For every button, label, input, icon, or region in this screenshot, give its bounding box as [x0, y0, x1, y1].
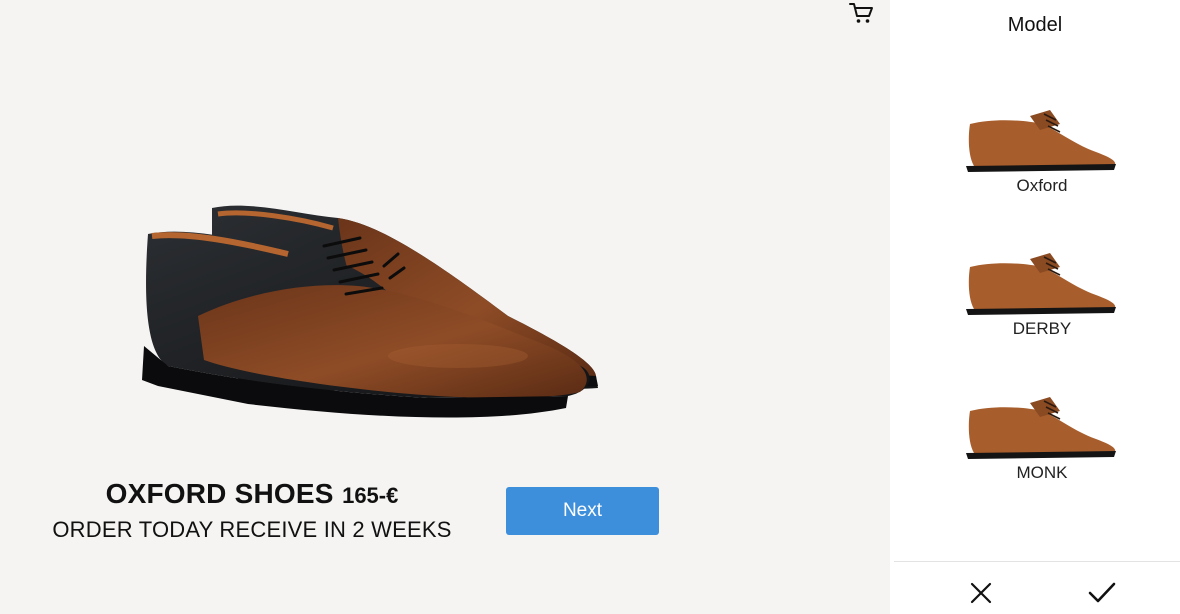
panel-divider: [894, 561, 1180, 562]
product-name: OXFORD SHOES: [105, 478, 334, 509]
derby-shoe-thumbnail: [966, 253, 1116, 315]
model-option-derby[interactable]: DERBY: [945, 249, 1139, 339]
product-image: [142, 205, 598, 418]
delivery-note: ORDER TODAY RECEIVE IN 2 WEEKS: [52, 517, 452, 542]
option-label: Oxford: [1016, 176, 1068, 195]
checkmark-icon[interactable]: [1087, 578, 1117, 608]
oxford-shoe-thumbnail: [966, 110, 1116, 172]
product-price: 165-€: [342, 483, 399, 508]
shopping-cart-icon[interactable]: [848, 1, 874, 25]
product-view: OXFORD SHOES 165-€ ORDER TODAY RECEIVE I…: [0, 0, 890, 614]
product-title-row: OXFORD SHOES 165-€: [0, 478, 504, 510]
model-option-oxford[interactable]: Oxford: [945, 106, 1139, 196]
option-label: MONK: [1016, 463, 1068, 482]
next-button[interactable]: Next: [506, 487, 659, 535]
close-icon[interactable]: [966, 578, 996, 608]
monk-shoe-thumbnail: [966, 397, 1116, 459]
panel-title: Model: [1007, 14, 1063, 36]
option-label: DERBY: [1012, 319, 1072, 338]
model-option-monk[interactable]: MONK: [945, 393, 1139, 483]
model-panel: Model Oxford DERBY MONK: [890, 0, 1180, 614]
